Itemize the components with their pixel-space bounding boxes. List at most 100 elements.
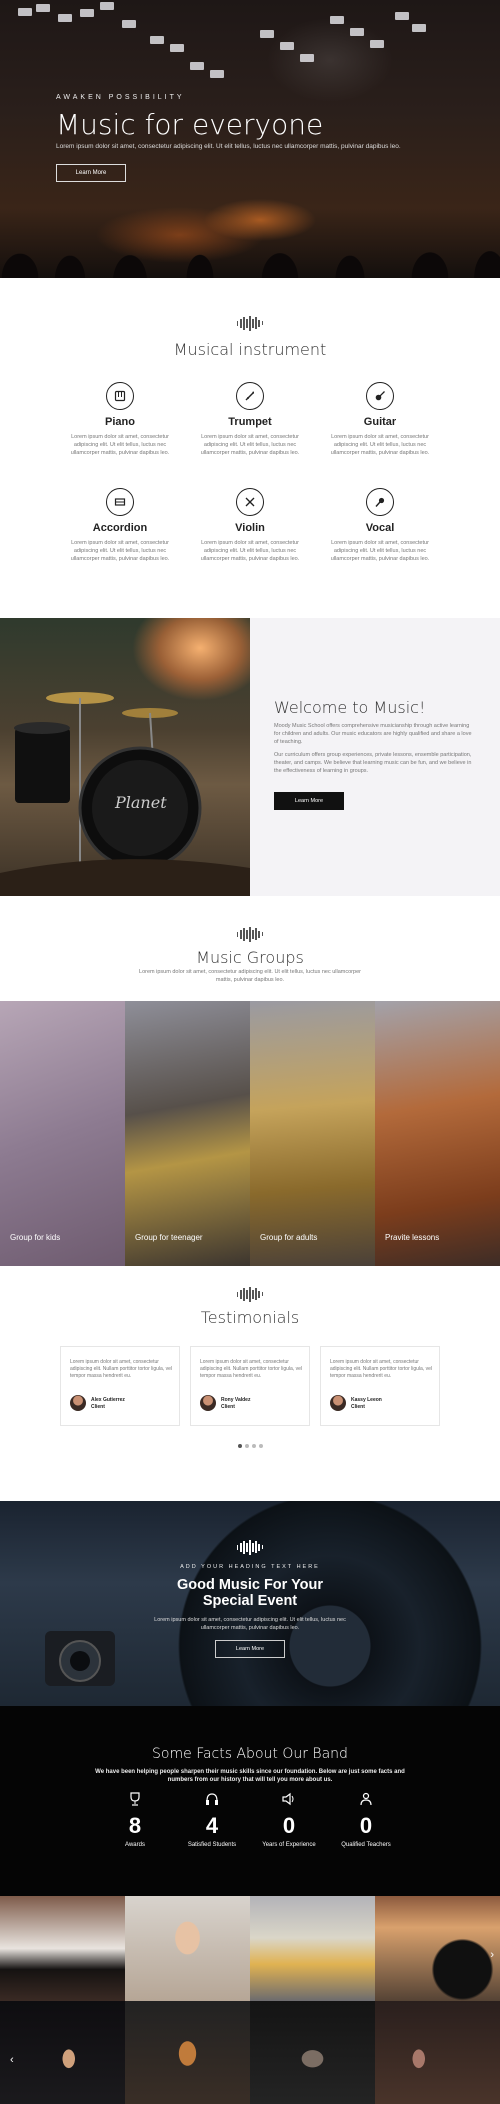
hero-banner: AWAKEN POSSIBILITY Music for everyone Lo…: [0, 0, 500, 278]
testimonial-card: Lorem ipsum dolor sit amet, consectetur …: [320, 1346, 440, 1426]
instruments-section: Musical instrument Piano Lorem ipsum dol…: [0, 278, 500, 618]
gallery-image[interactable]: [125, 1896, 250, 2001]
gallery-image[interactable]: ‹: [0, 2001, 125, 2104]
instrument-description: Lorem ipsum dolor sit amet, consectetur …: [70, 540, 170, 562]
instrument-description: Lorem ipsum dolor sit amet, consectetur …: [200, 540, 300, 562]
instrument-card-trumpet: Trumpet Lorem ipsum dolor sit amet, cons…: [195, 382, 305, 457]
welcome-paragraph-1: Moody Music School offers comprehensive …: [274, 723, 472, 745]
violin-icon: [236, 488, 264, 516]
welcome-section: Planet Welcome to Music! Moody Music Sch…: [0, 618, 500, 896]
promo-title-line-2: Special Event: [202, 1593, 298, 1609]
hero-learn-more-button[interactable]: Learn More: [56, 164, 126, 182]
group-card-adults[interactable]: Group for adults: [250, 1001, 375, 1266]
person-icon: [321, 1791, 411, 1807]
group-card-kids[interactable]: Group for kids: [0, 1001, 125, 1266]
microphone-icon: [366, 488, 394, 516]
instrument-name: Accordion: [92, 522, 148, 534]
gallery-image[interactable]: [250, 1896, 375, 2001]
instrument-card-vocal: Vocal Lorem ipsum dolor sit amet, consec…: [325, 488, 435, 563]
testimonials-section: Testimonials Lorem ipsum dolor sit amet,…: [0, 1286, 500, 1501]
instrument-card-accordion: Accordion Lorem ipsum dolor sit amet, co…: [65, 488, 175, 563]
avatar: [200, 1395, 216, 1411]
promo-learn-more-button[interactable]: Learn More: [215, 1640, 285, 1658]
carousel-pagination: [0, 1444, 500, 1448]
groups-description: Lorem ipsum dolor sit amet, consectetur …: [139, 969, 361, 983]
sound-wave-icon: [0, 1539, 500, 1555]
sound-wave-icon: [0, 926, 500, 942]
instrument-card-violin: Violin Lorem ipsum dolor sit amet, conse…: [195, 488, 305, 563]
promo-subtitle: Lorem ipsum dolor sit amet, consectetur …: [154, 1617, 346, 1631]
instrument-card-piano: Piano Lorem ipsum dolor sit amet, consec…: [65, 382, 175, 457]
testimonial-role: Client: [91, 1404, 105, 1410]
welcome-title: Welcome to Music!: [274, 698, 426, 717]
instrument-description: Lorem ipsum dolor sit amet, consectetur …: [200, 434, 300, 456]
avatar: [70, 1395, 86, 1411]
sound-wave-icon: [0, 1286, 500, 1302]
testimonial-text: Lorem ipsum dolor sit amet, consectetur …: [330, 1359, 432, 1379]
testimonial-text: Lorem ipsum dolor sit amet, consectetur …: [200, 1359, 302, 1379]
welcome-paragraph-2: Our curriculum offers group experiences,…: [274, 752, 472, 774]
chevron-right-icon[interactable]: ›: [490, 1949, 494, 1961]
instrument-name: Vocal: [365, 522, 395, 534]
instrument-description: Lorem ipsum dolor sit amet, consectetur …: [330, 434, 430, 456]
promo-title-line-1: Good Music For Your: [176, 1577, 324, 1593]
carousel-dot[interactable]: [251, 1444, 256, 1448]
gallery-image[interactable]: [375, 2001, 500, 2104]
group-label: Pravite lessons: [385, 1233, 440, 1242]
fact-label: Qualified Teachers: [341, 1842, 391, 1848]
testimonial-card: Lorem ipsum dolor sit amet, consectetur …: [60, 1346, 180, 1426]
instrument-description: Lorem ipsum dolor sit amet, consectetur …: [70, 434, 170, 456]
piano-icon: [106, 382, 134, 410]
testimonials-title: Testimonials: [200, 1308, 300, 1327]
group-label: Group for adults: [260, 1233, 318, 1242]
instrument-name: Piano: [105, 416, 135, 428]
carousel-dot[interactable]: [237, 1444, 242, 1448]
avatar: [330, 1395, 346, 1411]
group-label: Group for kids: [10, 1233, 61, 1242]
facts-title: Some Facts About Our Band: [152, 1746, 348, 1762]
promo-title: Good Music For Your Special Event: [0, 1577, 500, 1609]
welcome-content: Welcome to Music! Moody Music School off…: [250, 618, 500, 896]
instrument-name: Trumpet: [228, 416, 272, 428]
sound-wave-icon: [0, 315, 500, 331]
drum-kit-photo: Planet: [0, 618, 250, 896]
testimonial-author: Rony Valdez: [221, 1397, 251, 1403]
photo-gallery: › ‹: [0, 1896, 500, 2104]
fact-value: 0: [359, 1813, 373, 1838]
groups-photo-strip: Group for kids Group for teenager Group …: [0, 1001, 500, 1266]
carousel-dot[interactable]: [244, 1444, 249, 1448]
group-card-teenager[interactable]: Group for teenager: [125, 1001, 250, 1266]
drum-brand-logo: Planet: [114, 793, 167, 812]
promo-eyebrow: ADD YOUR HEADING TEXT HERE: [180, 1564, 320, 1570]
gallery-image[interactable]: ›: [375, 1896, 500, 2001]
music-groups-section: Music Groups Lorem ipsum dolor sit amet,…: [0, 896, 500, 1286]
carousel-dot[interactable]: [258, 1444, 263, 1448]
gallery-image[interactable]: [250, 2001, 375, 2104]
hero-title: Music for everyone: [56, 108, 324, 141]
hero-subtitle: Lorem ipsum dolor sit amet, consectetur …: [56, 143, 401, 150]
welcome-learn-more-button[interactable]: Learn More: [274, 792, 344, 810]
guitar-icon: [366, 382, 394, 410]
testimonial-role: Client: [351, 1404, 365, 1410]
hero-eyebrow: AWAKEN POSSIBILITY: [56, 94, 185, 101]
instrument-name: Violin: [235, 522, 265, 534]
groups-title: Music Groups: [196, 948, 304, 967]
instrument-name: Guitar: [363, 416, 397, 428]
event-promo-banner: ADD YOUR HEADING TEXT HERE Good Music Fo…: [0, 1501, 500, 1706]
camera-illustration: [45, 1631, 115, 1686]
chevron-left-icon[interactable]: ‹: [10, 2054, 14, 2066]
facts-section: Some Facts About Our Band We have been h…: [0, 1706, 500, 1896]
instrument-description: Lorem ipsum dolor sit amet, consectetur …: [330, 540, 430, 562]
testimonial-role: Client: [221, 1404, 235, 1410]
facts-subtitle: We have been helping people sharpen thei…: [95, 1769, 405, 1783]
testimonial-card: Lorem ipsum dolor sit amet, consectetur …: [190, 1346, 310, 1426]
group-label: Group for teenager: [135, 1233, 203, 1242]
accordion-icon: [106, 488, 134, 516]
fact-teachers: 0 Qualified Teachers: [321, 1791, 411, 1848]
group-card-private-lessons[interactable]: Pravite lessons: [375, 1001, 500, 1266]
gallery-image[interactable]: [125, 2001, 250, 2104]
instruments-title: Musical instrument: [173, 340, 327, 359]
testimonial-text: Lorem ipsum dolor sit amet, consectetur …: [70, 1359, 172, 1379]
gallery-image[interactable]: [0, 1896, 125, 2001]
trumpet-icon: [236, 382, 264, 410]
